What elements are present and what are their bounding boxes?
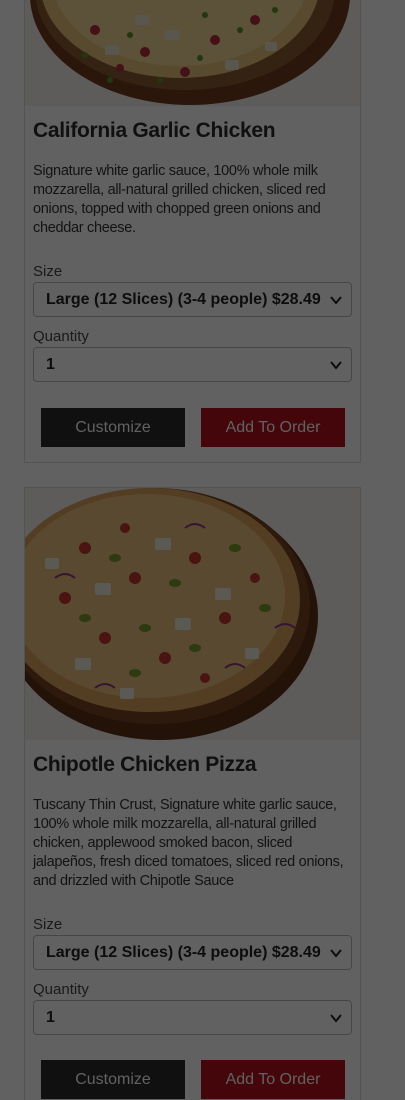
quantity-label: Quantity	[33, 981, 89, 998]
chevron-down-icon	[330, 949, 342, 958]
add-to-order-button[interactable]: Add To Order	[201, 408, 345, 447]
add-to-order-button[interactable]: Add To Order	[201, 1060, 345, 1099]
customize-button[interactable]: Customize	[41, 1060, 185, 1099]
pizza-illustration	[25, 488, 360, 740]
size-select[interactable]: Large (12 Slices) (3-4 people) $28.49	[33, 282, 352, 317]
chevron-down-icon	[330, 296, 342, 305]
pizza-image[interactable]	[25, 0, 360, 106]
quantity-select-value: 1	[46, 1009, 55, 1026]
product-title: Chipotle Chicken Pizza	[33, 753, 257, 776]
quantity-select[interactable]: 1	[33, 1000, 352, 1035]
product-card: Chipotle Chicken Pizza Tuscany Thin Crus…	[24, 487, 361, 1100]
pizza-image[interactable]	[25, 488, 360, 740]
product-card: California Garlic Chicken Signature whit…	[24, 0, 361, 463]
chevron-down-icon	[330, 1014, 342, 1023]
product-description: Signature white garlic sauce, 100% whole…	[33, 163, 326, 236]
product-description: Tuscany Thin Crust, Signature white garl…	[33, 797, 344, 889]
size-select[interactable]: Large (12 Slices) (3-4 people) $28.49	[33, 935, 352, 970]
menu-page: California Garlic Chicken Signature whit…	[0, 0, 405, 1100]
quantity-select-value: 1	[46, 356, 55, 373]
size-select-value: Large (12 Slices) (3-4 people) $28.49	[46, 291, 321, 308]
customize-button[interactable]: Customize	[41, 408, 185, 447]
chevron-down-icon	[330, 361, 342, 370]
size-label: Size	[33, 263, 63, 280]
pizza-illustration	[25, 0, 360, 106]
quantity-select[interactable]: 1	[33, 347, 352, 382]
product-title: California Garlic Chicken	[33, 119, 276, 142]
size-select-value: Large (12 Slices) (3-4 people) $28.49	[46, 944, 321, 961]
size-label: Size	[33, 916, 63, 933]
quantity-label: Quantity	[33, 328, 89, 345]
